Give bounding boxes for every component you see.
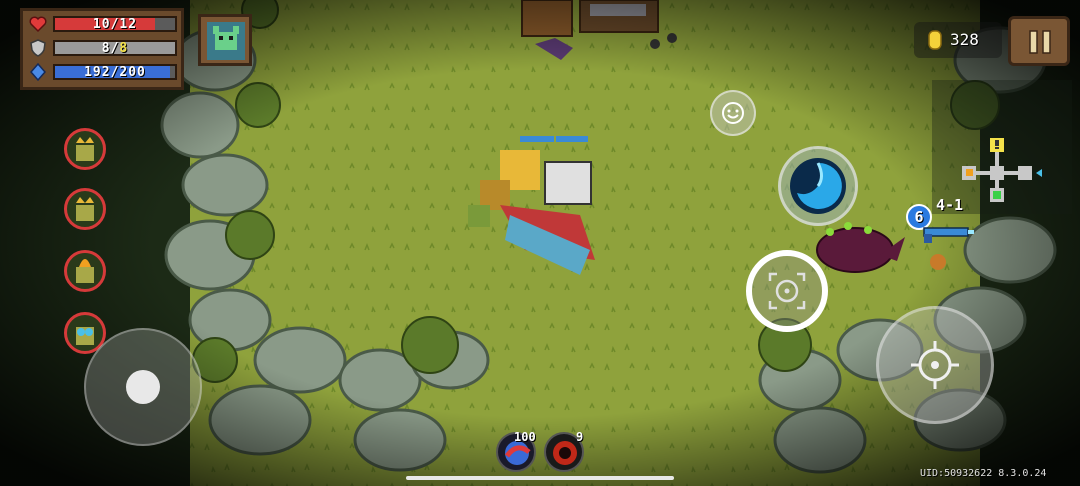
blue-rifle-icon — [923, 227, 974, 243]
skill-item-slot-1[interactable]: 100 — [496, 430, 536, 472]
joystick-thumb[interactable] — [126, 370, 160, 404]
crown-goblin-buff-icon — [76, 137, 94, 161]
pet-icon — [207, 22, 245, 60]
shield-icon — [30, 39, 46, 57]
skill-item-count: 9 — [576, 430, 584, 444]
smiley-icon — [722, 102, 744, 124]
armor-current: 8 — [101, 41, 111, 56]
gold-counter: 328 — [914, 22, 1002, 58]
ammo-bag-icon — [930, 254, 946, 270]
start-room-icon — [993, 191, 1001, 199]
emote-button[interactable] — [710, 90, 756, 136]
uid-label: UID:50932622 8.3.0.24 — [920, 468, 1047, 479]
movement-joystick[interactable] — [84, 328, 202, 446]
minimap: 4-1 — [932, 80, 1072, 214]
minimap-rooms — [962, 138, 1042, 202]
buff-item — [64, 188, 106, 230]
gold-coin-icon — [928, 30, 942, 50]
flame-goblin-buff-icon — [76, 259, 94, 283]
swirl-skill-icon — [790, 158, 846, 214]
armor-row: 8/8 — [29, 38, 179, 58]
crosshair-icon — [768, 272, 806, 310]
armor-text: 8/8 — [101, 41, 129, 56]
buff-item — [64, 128, 106, 170]
energy-row: 192/200 — [29, 62, 179, 82]
stage-label: 4-1 — [936, 196, 964, 214]
hp-text: 10/12 — [92, 17, 138, 32]
home-indicator[interactable] — [406, 476, 674, 480]
stats-panel: 10/12 8/8 192/200 — [20, 8, 184, 90]
hp-bar: 10/12 — [53, 16, 177, 32]
attack-button[interactable] — [876, 306, 994, 424]
crown-goblin-buff-icon — [76, 197, 94, 221]
target-switch-button[interactable] — [746, 250, 828, 332]
goggles-goblin-buff-icon — [76, 327, 94, 345]
shop-room-icon — [966, 169, 973, 176]
character-skill-button[interactable] — [778, 146, 858, 226]
gold-amount: 328 — [950, 30, 979, 49]
pause-icon — [1029, 30, 1051, 54]
armor-max: 8 — [119, 41, 129, 56]
energy-crystal-icon — [30, 63, 46, 81]
pause-button[interactable] — [1008, 16, 1070, 66]
skill-item-slot-2[interactable]: 9 — [544, 430, 584, 472]
hp-row: 10/12 — [29, 14, 179, 34]
armor-bar: 8/8 — [53, 40, 177, 56]
energy-bar: 192/200 — [53, 64, 177, 80]
skill-item-count: 100 — [514, 430, 536, 444]
buff-item — [64, 250, 106, 292]
attack-crosshair-icon — [911, 341, 959, 389]
energy-text: 192/200 — [84, 65, 146, 80]
pet-portrait-button[interactable] — [198, 14, 252, 66]
heart-icon — [29, 16, 47, 33]
portal-icon — [1036, 169, 1042, 177]
